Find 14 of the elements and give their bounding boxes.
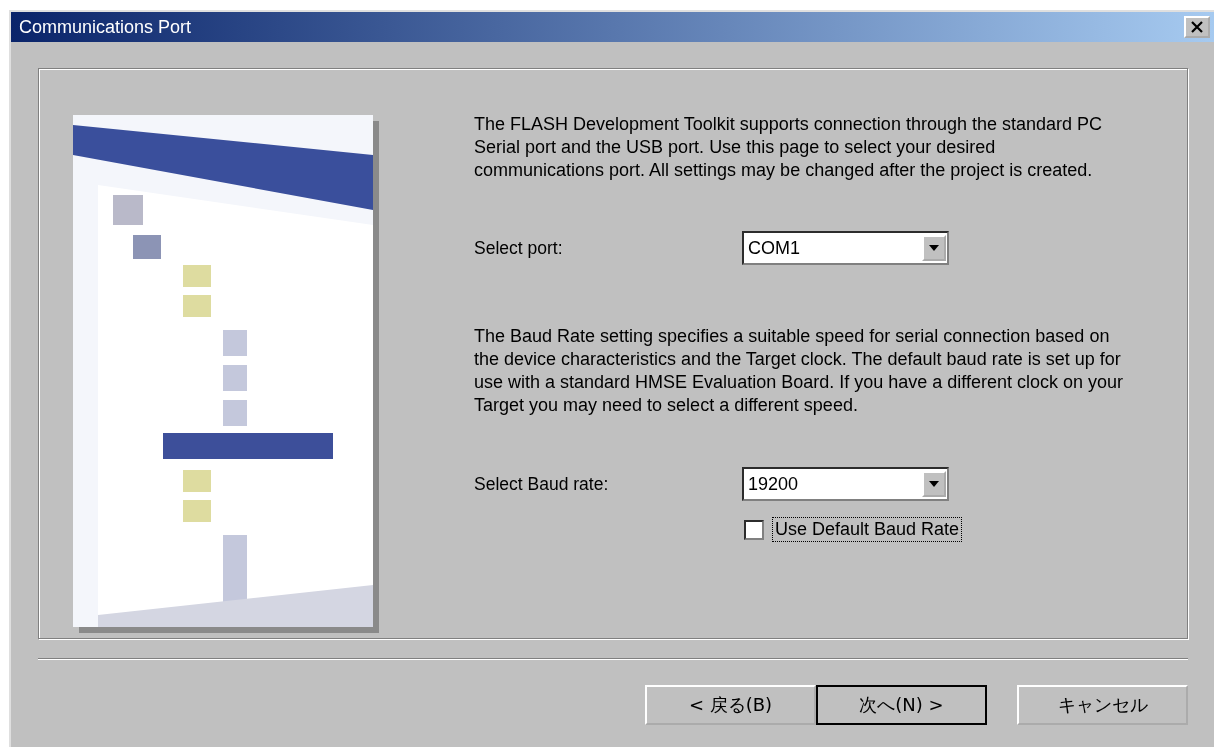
intro-text: The FLASH Development Toolkit supports connection through the standard PC Serial port and the USB port. Use this page to select your desired communications port. All settings may be changed after the project is created. <box>474 113 1104 182</box>
wizard-button[interactable]: キャンセル <box>1017 685 1188 725</box>
port-dropdown[interactable]: COM1 <box>742 231 949 265</box>
baud-rate-dropdown[interactable]: 19200 <box>742 467 949 501</box>
checkbox-label[interactable]: Use Default Baud Rate <box>772 517 963 542</box>
wizard-button[interactable]: 次へ(N) > <box>816 685 987 725</box>
wizard-button[interactable]: < 戻る(B) <box>645 685 816 725</box>
close-icon <box>1190 21 1204 33</box>
window-title: Communications Port <box>19 16 192 38</box>
checkbox[interactable] <box>744 519 764 540</box>
baud-rate-label: Select Baud rate: <box>474 473 610 495</box>
baud-rate-description: The Baud Rate setting specifies a suitable speed for serial connection based on the device characteristics and the Target clock. The default baud rate is set up for use with a standard HMSE Evaluation Board. If you have a different clock on your Target you may need to select a different speed. <box>474 325 1125 417</box>
close-button[interactable] <box>1184 16 1210 38</box>
port-label: Select port: <box>474 237 564 259</box>
